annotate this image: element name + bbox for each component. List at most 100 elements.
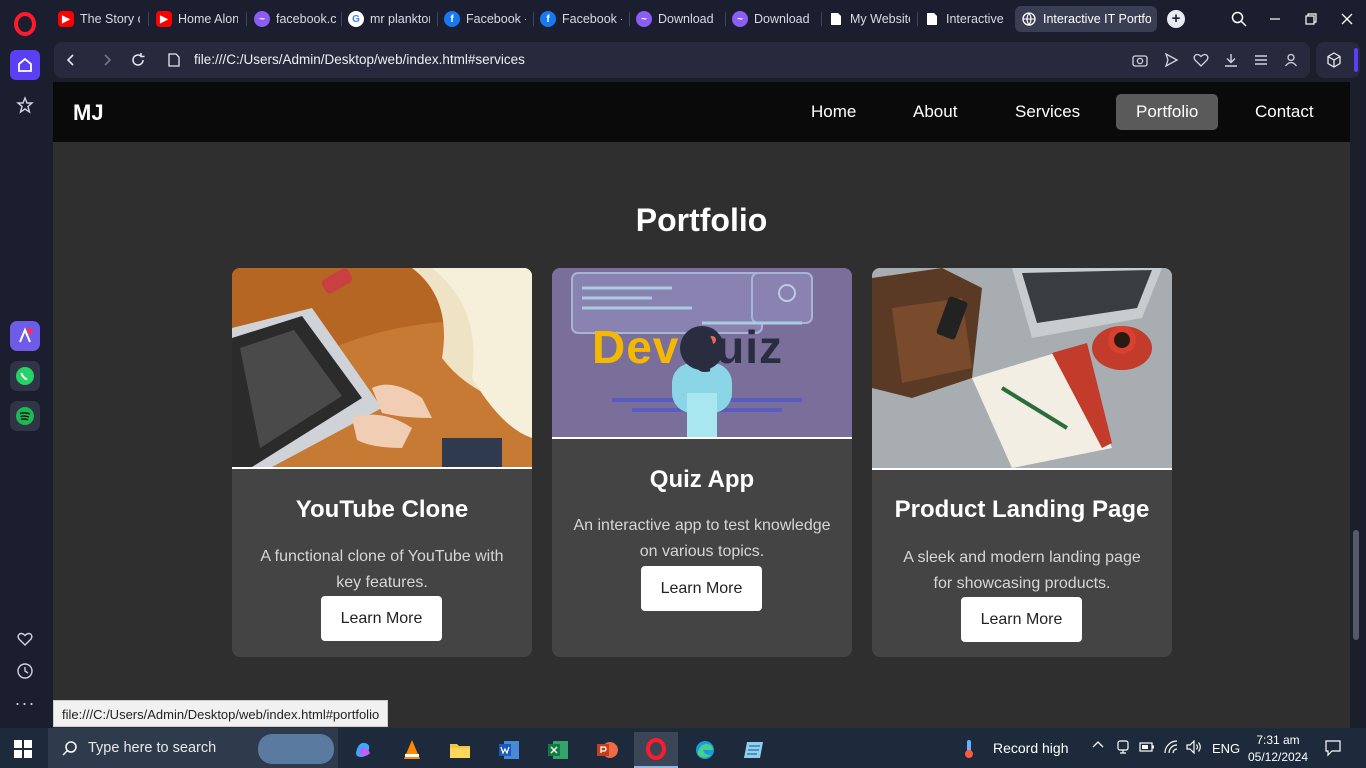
taskbar-search-box[interactable]: Type here to search [48, 728, 338, 768]
nav-home[interactable]: Home [791, 94, 876, 130]
card-description: A sleek and modern landing page for show… [903, 549, 1141, 592]
search-tabs-icon[interactable] [1227, 8, 1251, 30]
copilot-icon[interactable] [341, 732, 385, 768]
tab-separator [148, 12, 149, 26]
tab-0[interactable]: ▶The Story of [52, 6, 146, 32]
aria-app-icon[interactable] [10, 321, 40, 351]
search-icon [62, 741, 77, 756]
opera-taskbar-icon[interactable] [634, 732, 678, 768]
extensions-box-icon[interactable] [1316, 42, 1360, 78]
close-icon[interactable] [1335, 8, 1359, 30]
edge-icon[interactable] [683, 732, 727, 768]
taskbar-clock[interactable]: 7:31 am 05/12/2024 [1238, 732, 1318, 766]
clock-time: 7:31 am [1256, 733, 1300, 747]
easy-setup-menu-icon[interactable] [1252, 51, 1270, 69]
vlc-icon[interactable] [390, 732, 434, 768]
download-icon[interactable] [1222, 51, 1240, 69]
send-flow-icon[interactable] [1162, 51, 1180, 69]
restore-icon[interactable] [1299, 8, 1323, 30]
web-page: MJ Home About Services Portfolio Contact… [53, 82, 1350, 728]
devquiz-logo-text: DevQuiz [592, 321, 784, 373]
youtube-icon: ▶ [58, 11, 74, 27]
tab-separator [246, 12, 247, 26]
bookmarks-star-icon[interactable] [10, 90, 40, 120]
search-placeholder: Type here to search [88, 740, 217, 756]
new-tab-plus-icon[interactable]: + [1167, 10, 1185, 28]
nav-portfolio-active[interactable]: Portfolio [1116, 94, 1219, 130]
site-brand-logo[interactable]: MJ [73, 100, 104, 126]
devquiz-banner: DevQuiz [552, 268, 852, 439]
portfolio-heading: Portfolio [635, 202, 768, 238]
show-hidden-icons-chevron-icon[interactable] [1092, 738, 1104, 754]
sidebar-accent-bar [1354, 48, 1358, 72]
card-description: A functional clone of YouTube with key f… [260, 548, 504, 591]
bookmark-heart-icon[interactable] [1192, 51, 1210, 69]
messenger-icon: ~ [732, 11, 748, 27]
tab-3[interactable]: Gmr plankton [342, 6, 436, 32]
learn-more-button[interactable]: Learn More [961, 597, 1082, 642]
nav-services[interactable]: Services [995, 94, 1100, 130]
battery-icon[interactable] [1139, 740, 1155, 757]
google-icon: G [348, 11, 364, 27]
spotify-icon[interactable] [10, 401, 40, 431]
weather-text[interactable]: Record high [993, 740, 1069, 756]
whatsapp-icon[interactable] [10, 361, 40, 391]
forward-icon[interactable] [98, 51, 116, 69]
tab-1[interactable]: ▶Home Alone [150, 6, 244, 32]
tab-8[interactable]: My Website [822, 6, 916, 32]
windows-start-icon[interactable] [14, 740, 32, 758]
file-explorer-icon[interactable] [438, 732, 482, 768]
opera-sidebar: ··· [0, 0, 50, 728]
messenger-icon: ~ [636, 11, 652, 27]
snapshot-camera-icon[interactable] [1131, 51, 1149, 69]
tab-4[interactable]: fFacebook - I [438, 6, 532, 32]
learn-more-button[interactable]: Learn More [321, 596, 442, 641]
profile-icon[interactable] [1282, 51, 1300, 69]
nav-about[interactable]: About [893, 94, 977, 130]
facebook-icon: f [540, 11, 556, 27]
facebook-icon: f [444, 11, 460, 27]
volume-icon[interactable] [1186, 739, 1202, 757]
notepad-icon[interactable] [732, 732, 776, 768]
site-navbar: MJ Home About Services Portfolio Contact [53, 82, 1350, 142]
messenger-icon: ~ [254, 11, 270, 27]
laptop-typing-photo [232, 268, 532, 469]
scrollbar-thumb[interactable] [1353, 530, 1359, 640]
wifi-icon[interactable] [1163, 740, 1179, 757]
notifications-icon[interactable] [1324, 739, 1342, 760]
globe-icon [1021, 11, 1037, 27]
word-icon[interactable] [487, 732, 531, 768]
youtube-icon: ▶ [156, 11, 172, 27]
meet-camera-icon[interactable] [1116, 739, 1130, 758]
learn-more-button[interactable]: Learn More [641, 566, 762, 611]
home-icon[interactable] [10, 50, 40, 80]
reload-icon[interactable] [129, 51, 147, 69]
tab-2[interactable]: ~facebook.co [248, 6, 342, 32]
tab-6[interactable]: ~Download M [630, 6, 724, 32]
portfolio-card-youtube-clone: YouTube Clone A functional clone of YouT… [232, 268, 532, 657]
heart-icon[interactable] [10, 624, 40, 654]
tab-7[interactable]: ~Download M [726, 6, 820, 32]
card-title: YouTube Clone [295, 496, 469, 523]
powerpoint-icon[interactable] [585, 732, 629, 768]
opera-logo-icon[interactable] [13, 12, 37, 36]
minimize-icon[interactable] [1263, 8, 1287, 30]
thermometer-weather-icon[interactable] [962, 739, 976, 764]
tab-9[interactable]: Interactive I [918, 6, 1012, 32]
desk-notebook-photo [872, 268, 1172, 470]
back-icon[interactable] [62, 51, 80, 69]
nav-contact[interactable]: Contact [1235, 94, 1334, 130]
history-clock-icon[interactable] [10, 656, 40, 686]
tab-10-active[interactable]: Interactive IT Portfolio [1015, 6, 1157, 32]
file-icon [924, 11, 940, 27]
excel-icon[interactable] [536, 732, 580, 768]
search-highlight-illustration [258, 734, 334, 764]
clock-date: 05/12/2024 [1247, 750, 1309, 764]
tab-5[interactable]: fFacebook - I [534, 6, 628, 32]
tab-strip: ▶The Story of ▶Home Alone ~facebook.co G… [50, 0, 1366, 38]
more-dots-icon[interactable]: ··· [10, 688, 40, 718]
address-bar: file:///C:/Users/Admin/Desktop/web/index… [54, 42, 1310, 78]
page-file-icon[interactable] [165, 51, 183, 69]
language-indicator[interactable]: ENG [1212, 741, 1240, 756]
url-field[interactable]: file:///C:/Users/Admin/Desktop/web/index… [194, 52, 525, 67]
